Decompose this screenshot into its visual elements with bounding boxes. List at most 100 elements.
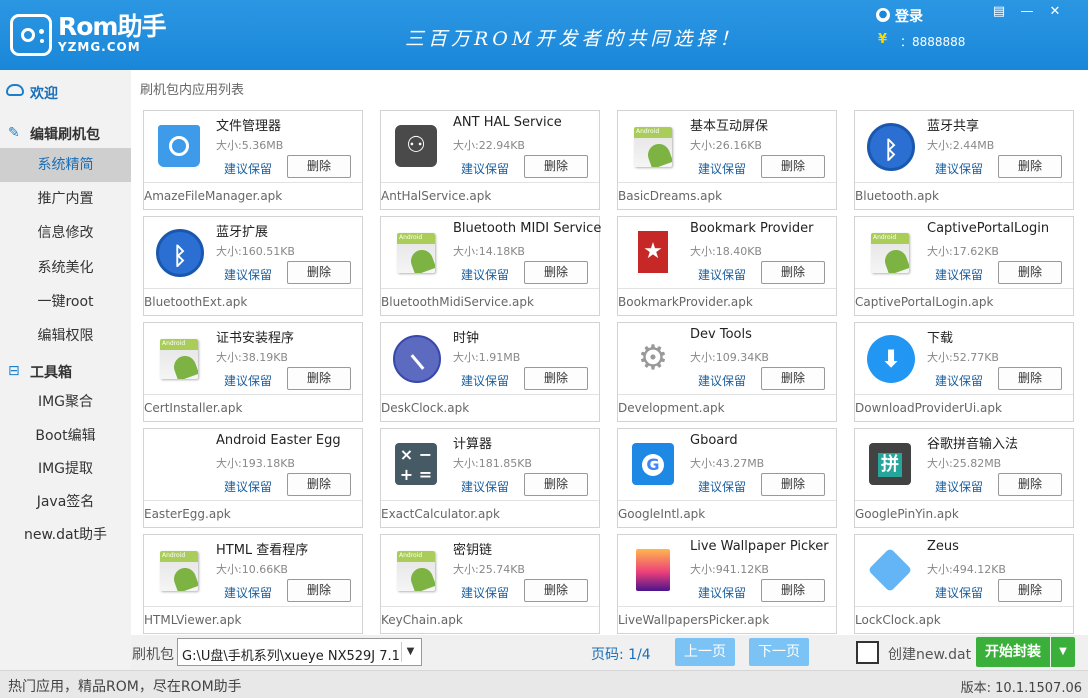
suggest-keep-label: 建议保留 [698, 268, 747, 282]
suggest-keep-label: 建议保留 [224, 162, 273, 176]
calculator-icon: × − + = [389, 437, 443, 491]
suggest-keep-label: 建议保留 [935, 162, 984, 176]
app-size: 大小:25.74KB [453, 563, 525, 576]
login-link[interactable]: 登录 [895, 6, 923, 26]
app-card: 文件管理器 大小:5.36MB 建议保留 删除 AmazeFileManager.apk [143, 110, 363, 210]
sidebar-item-welcome[interactable]: 欢迎 [0, 74, 131, 110]
suggest-keep-label: 建议保留 [461, 586, 510, 600]
next-page-button[interactable]: 下一页 [749, 638, 809, 666]
app-name: Gboard [690, 433, 738, 448]
divider [618, 606, 836, 607]
app-name: Bluetooth MIDI Service [453, 221, 602, 236]
clock-icon [389, 331, 443, 385]
divider [618, 394, 836, 395]
apk-filename: AntHalService.apk [381, 189, 492, 203]
app-list-panel: 刷机包内应用列表 文件管理器 大小:5.36MB 建议保留 删除 AmazeFileMa… [131, 70, 1088, 635]
apk-filename: LockClock.apk [855, 613, 941, 627]
delete-button[interactable]: 删除 [998, 261, 1062, 284]
folder-search-icon [152, 119, 206, 173]
delete-button[interactable]: 删除 [761, 579, 825, 602]
sidebar-item-java-sign[interactable]: Java签名 [0, 485, 131, 519]
delete-button[interactable]: 删除 [761, 155, 825, 178]
app-name: 下载 [927, 331, 954, 346]
toolbox-icon: ⊟ [8, 363, 20, 379]
start-package-button[interactable]: 开始封装 [976, 637, 1050, 667]
apk-filename: KeyChain.apk [381, 613, 463, 627]
app-size: 大小:14.18KB [453, 245, 525, 258]
delete-button[interactable]: 删除 [524, 473, 588, 496]
app-size: 大小:941.12KB [690, 563, 769, 576]
delete-button[interactable]: 删除 [524, 579, 588, 602]
divider [144, 500, 362, 501]
app-size: 大小:26.16KB [690, 139, 762, 152]
delete-button[interactable]: 删除 [761, 473, 825, 496]
sidebar-item-system-slim[interactable]: 系统精简 [0, 148, 131, 182]
minimize-icon[interactable]: — [1018, 4, 1036, 20]
sidebar-item-permissions[interactable]: 编辑权限 [0, 319, 131, 353]
delete-button[interactable]: 删除 [287, 155, 351, 178]
apk-filename: BluetoothMidiService.apk [381, 295, 534, 309]
suggest-keep-label: 建议保留 [935, 480, 984, 494]
status-message: 热门应用，精品ROM，尽在ROM助手 [8, 679, 242, 695]
bookmark-star-icon: ★ [626, 225, 680, 279]
prev-page-button[interactable]: 上一页 [675, 638, 735, 666]
divider [381, 500, 599, 501]
delete-button[interactable]: 删除 [998, 579, 1062, 602]
apk-filename: CaptivePortalLogin.apk [855, 295, 994, 309]
sidebar-item-promo-builtin[interactable]: 推广内置 [0, 182, 131, 216]
app-card: Android HTML 查看程序 大小:10.66KB 建议保留 删除 HTMLView… [143, 534, 363, 634]
logo-text: Rom助手 [58, 12, 166, 41]
apk-filename: Development.apk [618, 401, 725, 415]
delete-button[interactable]: 删除 [524, 367, 588, 390]
app-card: G Gboard 大小:43.27MB 建议保留 删除 GoogleIntl.apk [617, 428, 837, 528]
delete-button[interactable]: 删除 [761, 261, 825, 284]
delete-button[interactable]: 删除 [287, 579, 351, 602]
app-card: × − + = 计算器 大小:181.85KB 建议保留 删除 ExactCalculato… [380, 428, 600, 528]
sidebar-item-newdat[interactable]: new.dat助手 [0, 518, 131, 552]
apk-filename: LiveWallpapersPicker.apk [618, 613, 770, 627]
sidebar-item-label: 欢迎 [30, 86, 58, 102]
sidebar-item-boot-edit[interactable]: Boot编辑 [0, 419, 131, 453]
blank-icon [152, 437, 206, 491]
app-size: 大小:38.19KB [216, 351, 288, 364]
app-card: ★ Bookmark Provider 大小:18.40KB 建议保留 删除 Bookma… [617, 216, 837, 316]
suggest-keep-label: 建议保留 [698, 162, 747, 176]
app-name: 谷歌拼音输入法 [927, 437, 1019, 452]
app-name: Dev Tools [690, 327, 752, 342]
android-default-icon: Android [389, 543, 443, 597]
app-size: 大小:22.94KB [453, 139, 525, 152]
delete-button[interactable]: 删除 [761, 367, 825, 390]
app-size: 大小:17.62KB [927, 245, 999, 258]
delete-button[interactable]: 删除 [287, 261, 351, 284]
package-path-select[interactable]: G:\U盘\手机系列\xueye NX529J 7.11 ▼ [177, 638, 422, 666]
delete-button[interactable]: 删除 [287, 473, 351, 496]
start-dropdown-icon[interactable]: ▼ [1051, 637, 1075, 667]
app-size: 大小:160.51KB [216, 245, 295, 258]
delete-button[interactable]: 删除 [998, 473, 1062, 496]
sidebar-item-img-merge[interactable]: IMG聚合 [0, 385, 131, 419]
coin-balance: ：8888888 [900, 35, 966, 49]
app-card: Android 密钥链 大小:25.74KB 建议保留 删除 KeyChain.apk [380, 534, 600, 634]
app-card: 拼谷歌拼音输入法 大小:25.82MB 建议保留 删除 GooglePinYin.apk [854, 428, 1074, 528]
suggest-keep-label: 建议保留 [224, 586, 273, 600]
sidebar-item-info-edit[interactable]: 信息修改 [0, 216, 131, 250]
chevron-down-icon[interactable]: ▼ [401, 642, 419, 662]
close-icon[interactable]: ✕ [1046, 4, 1064, 20]
create-newdat-label: 创建new.dat [888, 647, 972, 663]
delete-button[interactable]: 删除 [998, 155, 1062, 178]
app-card: ᛒ 蓝牙共享 大小:2.44MB 建议保留 删除 Bluetooth.apk [854, 110, 1074, 210]
app-card: ⬇ 下载 大小:52.77KB 建议保留 删除 DownloadProviderUi.ap… [854, 322, 1074, 422]
sidebar-item-img-extract[interactable]: IMG提取 [0, 452, 131, 486]
sidebar-item-beautify[interactable]: 系统美化 [0, 251, 131, 285]
app-size: 大小:52.77KB [927, 351, 999, 364]
delete-button[interactable]: 删除 [998, 367, 1062, 390]
create-newdat-checkbox[interactable] [856, 641, 879, 664]
delete-button[interactable]: 删除 [524, 261, 588, 284]
package-label: 刷机包 [132, 647, 174, 663]
menu-icon[interactable]: ▤ [990, 4, 1008, 20]
delete-button[interactable]: 删除 [287, 367, 351, 390]
app-size: 大小:494.12KB [927, 563, 1006, 576]
sidebar-item-root[interactable]: 一键root [0, 285, 131, 319]
delete-button[interactable]: 删除 [524, 155, 588, 178]
pinyin-keyboard-icon: 拼 [863, 437, 917, 491]
